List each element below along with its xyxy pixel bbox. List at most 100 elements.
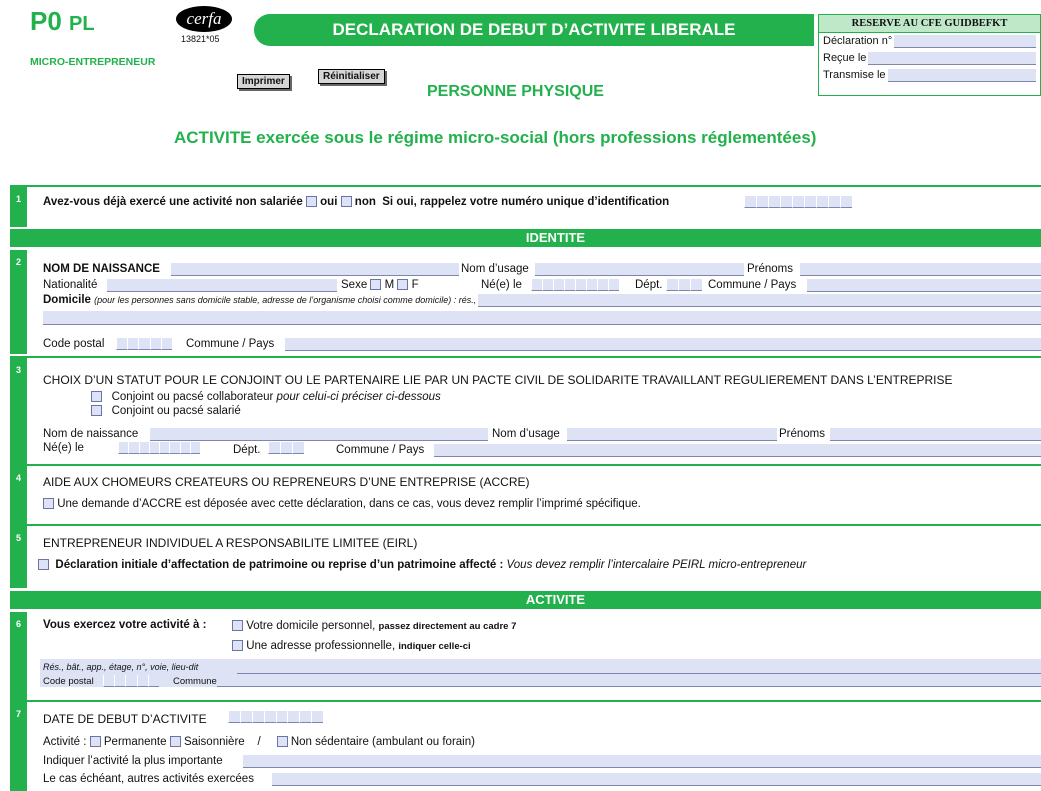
s4-title: AIDE AUX CHOMEURS CREATEURS OU REPRENEUR… xyxy=(43,475,530,489)
print-button[interactable]: Imprimer xyxy=(237,74,290,89)
transmitted-label: Transmise le xyxy=(823,69,886,81)
identification-number-field[interactable] xyxy=(744,196,852,208)
prenoms-label: Prénoms xyxy=(747,263,794,275)
reserved-box: RESERVE AU CFE GUIDBEFKT Déclaration n° … xyxy=(818,14,1041,96)
divider xyxy=(10,185,1041,187)
form-code: P0 PL xyxy=(30,6,95,36)
s7-activite-row: Activité : Permanente Saisonnière / Non … xyxy=(43,736,475,748)
address-label: Rés., bât., app., étage, n°, voie, lieu-… xyxy=(43,662,199,672)
s6-question: Vous exercez votre activité à : xyxy=(43,619,207,631)
s3-nom-usage-field[interactable] xyxy=(567,428,777,441)
identite-band: IDENTITE xyxy=(10,229,1041,247)
declaration-label: Déclaration n° xyxy=(823,35,893,47)
section-number: 3 xyxy=(10,358,27,464)
prenoms-field[interactable] xyxy=(800,263,1041,276)
s3-opt1-row: Conjoint ou pacsé collaborateur pour cel… xyxy=(91,391,441,403)
section-number: 5 xyxy=(10,526,27,588)
s6-commune-label: Commune xyxy=(173,676,217,687)
s6-code-postal-field[interactable] xyxy=(103,675,160,687)
divider xyxy=(10,700,1041,702)
sexe-f-checkbox[interactable] xyxy=(397,279,409,290)
person-type: PERSONNE PHYSIQUE xyxy=(427,83,604,100)
plus-importante-field[interactable] xyxy=(243,755,1041,768)
declaration-field[interactable] xyxy=(894,35,1036,48)
received-label: Reçue le xyxy=(823,52,867,64)
nom-usage-label: Nom d’usage xyxy=(461,263,529,275)
section-number: 1 xyxy=(10,187,27,227)
s3-opt2-row: Conjoint ou pacsé salarié xyxy=(91,405,241,417)
s3-ne-le-label: Né(e) le xyxy=(43,442,84,454)
s3-date-naissance-field[interactable] xyxy=(118,442,200,454)
date-naissance-field[interactable] xyxy=(531,279,619,291)
nom-naissance-field[interactable] xyxy=(171,263,459,276)
nom-naissance-label: NOM DE NAISSANCE xyxy=(43,263,160,275)
saisonniere-checkbox[interactable] xyxy=(169,736,181,747)
nom-usage-field[interactable] xyxy=(535,263,744,276)
nationalite-label: Nationalité xyxy=(43,279,98,291)
domicile-field-line2[interactable] xyxy=(43,311,1041,325)
divider xyxy=(10,524,1041,526)
salarie-checkbox[interactable] xyxy=(91,405,102,416)
dept-field[interactable] xyxy=(666,279,702,291)
address-field[interactable] xyxy=(237,673,1041,674)
cerfa-logo: cerfa xyxy=(176,6,232,32)
s6-commune-field[interactable] xyxy=(217,686,1041,687)
s6-opt2-row: Une adresse professionnelle, indiquer ce… xyxy=(232,640,471,652)
non-checkbox[interactable] xyxy=(340,196,352,207)
domicile-personnel-checkbox[interactable] xyxy=(232,620,243,631)
s5-row: Déclaration initiale d’affectation de pa… xyxy=(38,559,806,571)
code-postal-label: Code postal xyxy=(43,338,105,350)
s3-prenoms-label: Prénoms xyxy=(779,428,826,440)
s3-nom-naissance-field[interactable] xyxy=(150,428,488,441)
s6-code-postal-label: Code postal xyxy=(43,676,94,687)
cerfa-number: 13821*05 xyxy=(181,34,220,44)
section-number: 6 xyxy=(10,612,27,700)
sexe-row: Sexe M F xyxy=(341,279,419,291)
adresse-pro-checkbox[interactable] xyxy=(232,640,243,651)
s3-commune-pays-field[interactable] xyxy=(434,444,1041,457)
s3-nom-usage-label: Nom d’usage xyxy=(492,428,560,440)
s5-title: ENTREPRENEUR INDIVIDUEL A RESPONSABILITE… xyxy=(43,536,418,550)
commune-pays-field-2[interactable] xyxy=(285,338,1041,351)
accre-checkbox[interactable] xyxy=(43,498,54,509)
s4-row: Une demande d’ACCRE est déposée avec cet… xyxy=(43,498,641,510)
s3-commune-pays-label: Commune / Pays xyxy=(336,444,425,456)
section-number: 4 xyxy=(10,466,27,524)
autres-activites-field[interactable] xyxy=(272,773,1041,786)
divider xyxy=(10,464,1041,466)
autres-activites-label: Le cas échéant, autres activités exercée… xyxy=(43,773,254,785)
collaborateur-checkbox[interactable] xyxy=(91,391,102,402)
nationalite-field[interactable] xyxy=(107,279,337,292)
sexe-m-checkbox[interactable] xyxy=(370,279,382,290)
dept-label: Dépt. xyxy=(635,279,663,291)
reserved-title: RESERVE AU CFE GUIDBEFKT xyxy=(819,15,1040,33)
commune-pays-field[interactable] xyxy=(807,279,1041,292)
reset-button[interactable]: Réinitialiser xyxy=(318,69,385,84)
activite-band: ACTIVITE xyxy=(10,591,1041,609)
regime-title: ACTIVITE exercée sous le régime micro-so… xyxy=(174,128,817,147)
s1-row: Avez-vous déjà exercé une activité non s… xyxy=(43,196,670,208)
eirl-checkbox[interactable] xyxy=(38,559,49,570)
form-subtitle: MICRO-ENTREPRENEUR xyxy=(30,56,156,68)
domicile-field[interactable] xyxy=(478,294,1041,307)
section-number: 7 xyxy=(10,702,27,791)
s3-nom-naissance-label: Nom de naissance xyxy=(43,428,139,440)
plus-importante-label: Indiquer l’activité la plus importante xyxy=(43,755,223,767)
s6-opt1-row: Votre domicile personnel, passez directe… xyxy=(232,620,516,632)
transmitted-field[interactable] xyxy=(887,69,1036,82)
s3-dept-field[interactable] xyxy=(268,442,304,454)
commune-pays-label-2: Commune / Pays xyxy=(186,338,275,350)
banner-title: DECLARATION DE DEBUT D’ACTIVITE LIBERALE xyxy=(254,14,814,46)
ne-le-label: Né(e) le xyxy=(481,279,522,291)
non-sedentaire-checkbox[interactable] xyxy=(276,736,288,747)
date-debut-label: DATE DE DEBUT D’ACTIVITE xyxy=(43,712,207,726)
divider xyxy=(10,356,1041,358)
oui-checkbox[interactable] xyxy=(305,196,317,207)
received-field[interactable] xyxy=(868,52,1036,65)
code-postal-field[interactable] xyxy=(116,338,173,350)
s3-prenoms-field[interactable] xyxy=(830,428,1041,441)
permanente-checkbox[interactable] xyxy=(89,736,101,747)
date-debut-field[interactable] xyxy=(228,711,323,723)
s3-title: CHOIX D’UN STATUT POUR LE CONJOINT OU LE… xyxy=(43,373,953,387)
section-number: 2 xyxy=(10,250,27,354)
